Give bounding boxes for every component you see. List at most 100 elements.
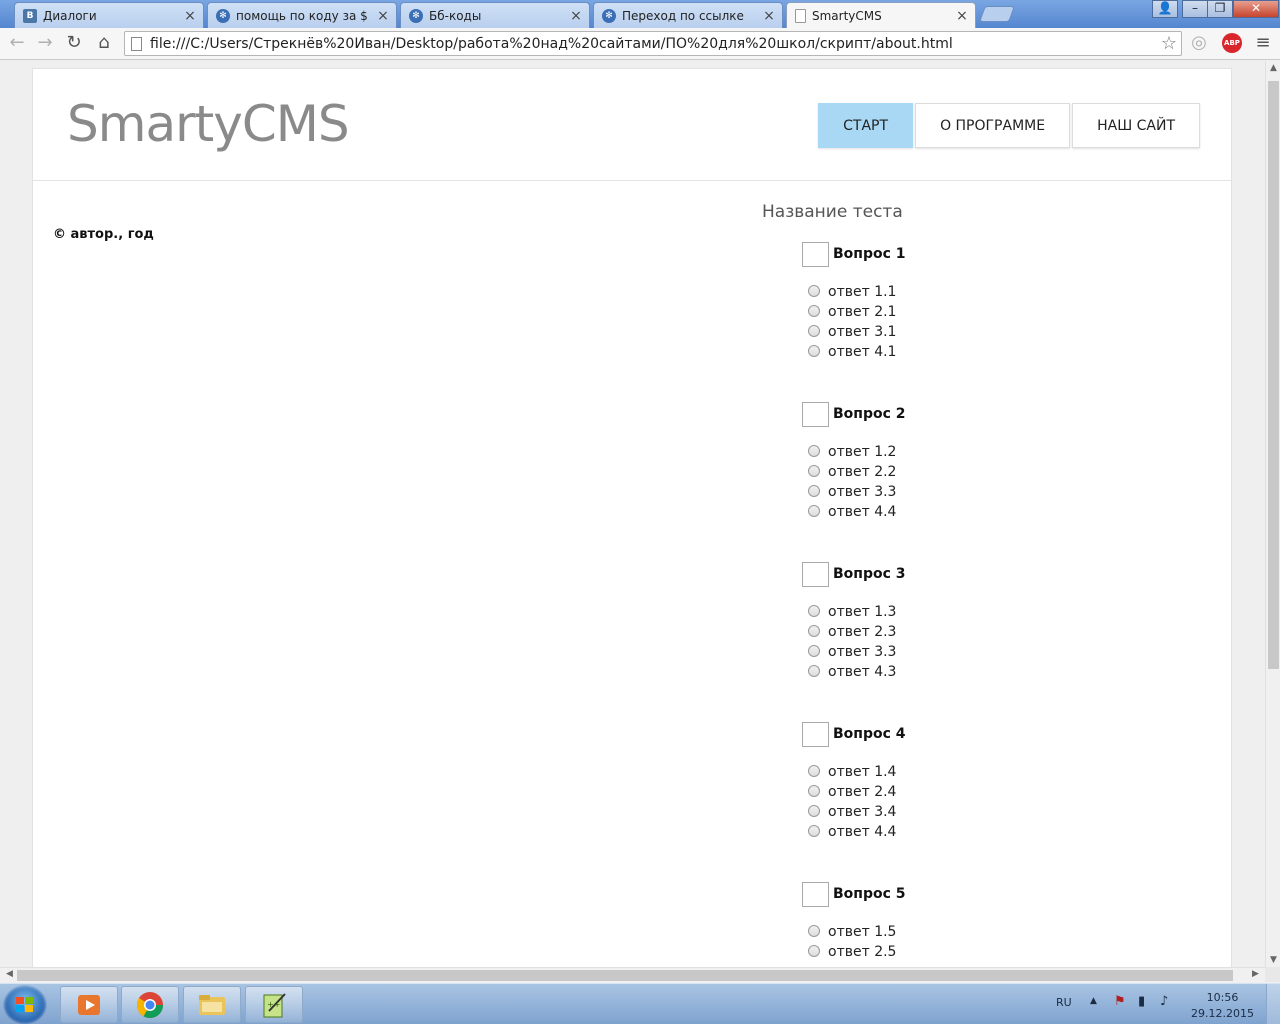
radio-button[interactable] [808, 784, 820, 797]
chrome-icon [136, 991, 164, 1018]
radio-button[interactable] [808, 804, 820, 817]
home-icon[interactable]: ⌂ [93, 32, 115, 54]
question-checkbox[interactable] [802, 241, 829, 267]
answer-option[interactable]: ответ 1.5 [808, 922, 906, 942]
answer-option[interactable]: ответ 2.4 [808, 782, 906, 802]
answer-option[interactable]: ответ 4.4 [808, 502, 906, 522]
reload-icon[interactable]: ↻ [63, 32, 85, 54]
taskbar-media-player[interactable] [60, 986, 118, 1023]
question-checkbox[interactable] [802, 721, 829, 747]
question-checkbox[interactable] [802, 561, 829, 587]
answer-option[interactable]: ответ 1.1 [808, 282, 906, 302]
network-warning-icon[interactable]: ⚑ [1114, 994, 1126, 1009]
radio-button[interactable] [808, 604, 820, 617]
forward-arrow-icon[interactable]: → [34, 32, 56, 54]
start-button[interactable] [3, 985, 47, 1024]
scroll-up-arrow-icon[interactable]: ▲ [1266, 63, 1280, 73]
question-checkbox[interactable] [802, 881, 829, 907]
vk-icon: В [23, 8, 37, 23]
radio-button[interactable] [808, 504, 820, 517]
nav-start[interactable]: СТАРТ [818, 103, 914, 148]
url-text[interactable]: file:///C:/Users/Стрекнёв%20Иван/Desktop… [150, 36, 1157, 52]
new-tab-button[interactable] [979, 6, 1015, 22]
radio-button[interactable] [808, 464, 820, 477]
language-indicator[interactable]: RU [1056, 996, 1072, 1009]
tab-link-redirect[interactable]: ✻ Переход по ссылке × [593, 2, 783, 28]
radio-button[interactable] [808, 824, 820, 837]
answer-option[interactable]: ответ 4.4 [808, 822, 906, 842]
nav-our-site[interactable]: НАШ САЙТ [1072, 103, 1200, 148]
window-close-button[interactable]: ✕ [1233, 0, 1279, 18]
radio-button[interactable] [808, 304, 820, 317]
radio-button[interactable] [808, 644, 820, 657]
site-logo[interactable]: SmartyCMS [67, 95, 350, 153]
close-icon[interactable]: × [762, 8, 776, 24]
answer-option[interactable]: ответ 3.3 [808, 642, 906, 662]
taskbar-chrome[interactable] [121, 986, 179, 1023]
radio-button[interactable] [808, 284, 820, 297]
radio-button[interactable] [808, 924, 820, 937]
answer-label: ответ 4.4 [828, 824, 897, 840]
nav-about[interactable]: О ПРОГРАММЕ [915, 103, 1071, 148]
adblock-icon[interactable]: ABP [1222, 33, 1242, 53]
scroll-left-arrow-icon[interactable]: ◀ [2, 969, 17, 979]
radio-button[interactable] [808, 624, 820, 637]
answer-option[interactable]: ответ 3.4 [808, 802, 906, 822]
scroll-down-arrow-icon[interactable]: ▼ [1266, 955, 1280, 965]
radio-button[interactable] [808, 324, 820, 337]
show-hidden-icons-icon[interactable]: ▲ [1090, 996, 1097, 1006]
radio-button[interactable] [808, 764, 820, 777]
signal-icon[interactable]: ▮ [1138, 994, 1145, 1009]
radio-button[interactable] [808, 664, 820, 677]
answer-label: ответ 3.1 [828, 324, 897, 340]
question-checkbox[interactable] [802, 401, 829, 427]
radio-button[interactable] [808, 344, 820, 357]
close-icon[interactable]: × [183, 8, 197, 24]
vertical-scroll-thumb[interactable] [1268, 81, 1279, 669]
page-viewport: SmartyCMS СТАРТ О ПРОГРАММЕ НАШ САЙТ © а… [0, 61, 1265, 967]
tab-code-help[interactable]: ✻ помощь по коду за $ × [207, 2, 397, 28]
horizontal-scroll-thumb[interactable] [17, 970, 1233, 981]
answer-option[interactable]: ответ 2.2 [808, 462, 906, 482]
folder-icon [199, 994, 225, 1015]
close-icon[interactable]: × [569, 8, 583, 24]
answer-option[interactable]: ответ 1.4 [808, 762, 906, 782]
extension-circle-icon[interactable]: ◎ [1188, 32, 1210, 54]
profile-icon[interactable]: 👤 [1152, 0, 1178, 18]
show-desktop-button[interactable] [1266, 984, 1280, 1024]
answer-option[interactable]: ответ 3.1 [808, 322, 906, 342]
close-icon[interactable]: × [955, 8, 969, 24]
tab-smartycms[interactable]: SmartyCMS × [786, 2, 976, 28]
scrollbar-corner [1265, 967, 1280, 982]
answer-option[interactable]: ответ 1.3 [808, 602, 906, 622]
tab-bb-codes[interactable]: ✻ Бб-коды × [400, 2, 590, 28]
restore-button[interactable]: ❐ [1207, 0, 1233, 18]
close-icon[interactable]: × [376, 8, 390, 24]
answer-option[interactable]: ответ 1.2 [808, 442, 906, 462]
answer-option[interactable]: ответ 4.3 [808, 662, 906, 682]
scroll-right-arrow-icon[interactable]: ▶ [1248, 969, 1263, 979]
menu-icon[interactable]: ≡ [1252, 32, 1274, 54]
taskbar-explorer[interactable] [183, 986, 241, 1023]
answer-option[interactable]: ответ 2.5 [808, 942, 906, 962]
answer-option[interactable]: ответ 3.3 [808, 482, 906, 502]
vertical-scrollbar[interactable]: ▲ ▼ [1265, 61, 1280, 967]
radio-button[interactable] [808, 944, 820, 957]
bookmark-star-icon[interactable]: ☆ [1157, 33, 1181, 54]
page-icon [131, 36, 142, 51]
answer-option[interactable]: ответ 4.1 [808, 342, 906, 362]
clock[interactable]: 10:56 29.12.2015 [1191, 990, 1254, 1022]
answer-label: ответ 4.1 [828, 344, 897, 360]
tab-dialogs[interactable]: В Диалоги × [14, 2, 204, 28]
address-bar[interactable]: file:///C:/Users/Стрекнёв%20Иван/Desktop… [124, 31, 1182, 56]
back-arrow-icon[interactable]: ← [6, 32, 28, 54]
minimize-button[interactable]: – [1182, 0, 1208, 18]
radio-button[interactable] [808, 444, 820, 457]
radio-button[interactable] [808, 484, 820, 497]
taskbar-notepadpp[interactable]: ++ [245, 986, 303, 1023]
horizontal-scrollbar[interactable]: ◀ ▶ [0, 967, 1265, 982]
volume-icon[interactable]: ♪ [1160, 994, 1168, 1009]
clock-date: 29.12.2015 [1191, 1007, 1254, 1020]
answer-option[interactable]: ответ 2.1 [808, 302, 906, 322]
answer-option[interactable]: ответ 2.3 [808, 622, 906, 642]
